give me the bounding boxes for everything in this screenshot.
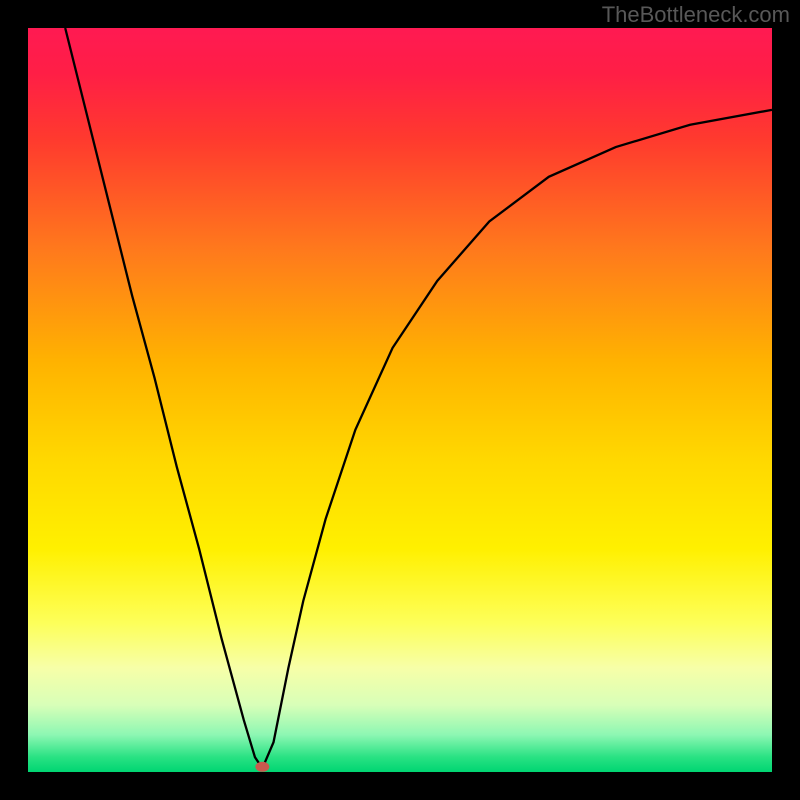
plot-area xyxy=(28,28,772,772)
curve-right-branch xyxy=(262,110,772,768)
curve-layer xyxy=(28,28,772,772)
watermark-text: TheBottleneck.com xyxy=(602,2,790,28)
curve-left-branch xyxy=(65,28,262,768)
minimum-marker xyxy=(255,762,269,772)
